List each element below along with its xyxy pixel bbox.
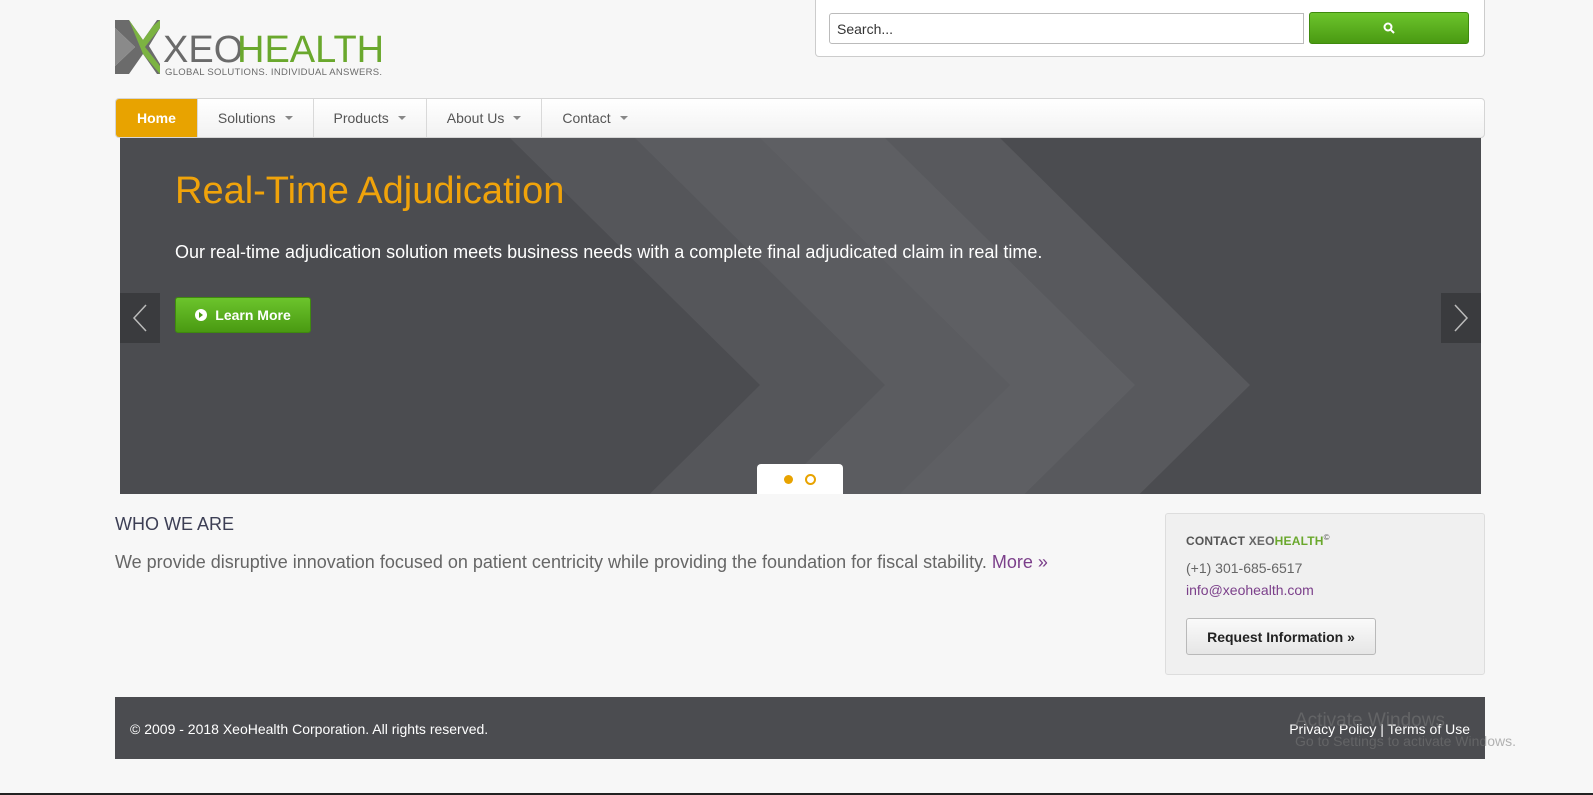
contact-title-brand-b: HEALTH bbox=[1274, 534, 1324, 548]
caret-down-icon bbox=[397, 116, 406, 120]
caret-down-icon bbox=[284, 116, 293, 120]
nav-item-label: Home bbox=[137, 110, 176, 126]
slide-description: Our real-time adjudication solution meet… bbox=[175, 242, 1043, 262]
contact-title-mark: © bbox=[1323, 533, 1330, 542]
contact-panel: CONTACT XEOHEALTH© (+1) 301-685-6517 inf… bbox=[1165, 513, 1485, 675]
carousel-indicator-2[interactable] bbox=[805, 473, 816, 485]
caret-down-icon bbox=[619, 116, 628, 120]
logo-tagline: GLOBAL SOLUTIONS. INDIVIDUAL ANSWERS. bbox=[165, 67, 382, 78]
learn-more-label: Learn More bbox=[215, 307, 291, 323]
chevron-left-icon bbox=[132, 304, 147, 332]
learn-more-button[interactable]: Learn More bbox=[175, 297, 311, 333]
nav-item-label: Contact bbox=[562, 110, 611, 126]
logo-text-xeo: XEO bbox=[163, 29, 243, 71]
nav-item-solutions[interactable]: Solutions bbox=[198, 99, 314, 137]
search-panel bbox=[815, 0, 1485, 57]
nav-item-home[interactable]: Home bbox=[116, 99, 198, 137]
carousel-prev-button[interactable] bbox=[120, 293, 160, 343]
contact-email-link[interactable]: info@xeohealth.com bbox=[1186, 582, 1314, 598]
search-icon bbox=[1383, 22, 1395, 34]
windows-activation-watermark: Activate Windows Go to Settings to activ… bbox=[1295, 710, 1516, 749]
watermark-line-1: Activate Windows bbox=[1295, 710, 1445, 731]
slide-title: Real-Time Adjudication bbox=[175, 170, 565, 212]
nav-item-about-us[interactable]: About Us bbox=[427, 99, 543, 137]
chevron-right-icon bbox=[1454, 304, 1469, 332]
contact-title-brand-a: XEO bbox=[1248, 534, 1275, 548]
nav-item-contact[interactable]: Contact bbox=[542, 99, 647, 137]
hero-carousel: Real-Time Adjudication Our real-time adj… bbox=[120, 138, 1481, 494]
logo-mark: XEO HEALTH GLOBAL SOLUTIONS. INDIVIDUAL … bbox=[115, 20, 384, 78]
contact-phone: (+1) 301-685-6517 bbox=[1186, 560, 1303, 576]
carousel-indicators bbox=[757, 464, 843, 494]
request-information-button[interactable]: Request Information » bbox=[1186, 618, 1376, 655]
carousel-indicator-1[interactable] bbox=[784, 474, 793, 484]
nav-item-label: Products bbox=[333, 110, 389, 126]
main-nav: Home Solutions Products About Us Contact bbox=[115, 98, 1485, 138]
more-link[interactable]: More » bbox=[992, 552, 1048, 572]
site-logo[interactable]: XEO HEALTH GLOBAL SOLUTIONS. INDIVIDUAL … bbox=[115, 20, 435, 80]
caret-down-icon bbox=[513, 116, 522, 120]
search-button[interactable] bbox=[1309, 12, 1469, 44]
carousel-next-button[interactable] bbox=[1441, 293, 1481, 343]
site-footer: © 2009 - 2018 XeoHealth Corporation. All… bbox=[115, 697, 1485, 759]
nav-item-label: About Us bbox=[446, 110, 505, 126]
nav-item-label: Solutions bbox=[217, 110, 276, 126]
contact-title-prefix: CONTACT bbox=[1186, 534, 1249, 548]
logo-text-health: HEALTH bbox=[237, 29, 384, 71]
who-we-are-text: We provide disruptive innovation focused… bbox=[115, 552, 1048, 573]
nav-item-products[interactable]: Products bbox=[314, 99, 427, 137]
contact-title: CONTACT XEOHEALTH© bbox=[1186, 533, 1330, 548]
who-we-are-heading: WHO WE ARE bbox=[115, 514, 235, 534]
footer-copyright: © 2009 - 2018 XeoHealth Corporation. All… bbox=[130, 721, 489, 737]
watermark-line-2: Go to Settings to activate Windows. bbox=[1295, 733, 1516, 749]
search-input[interactable] bbox=[829, 13, 1304, 44]
arrow-circle-right-icon bbox=[195, 309, 208, 321]
who-we-are-body: We provide disruptive innovation focused… bbox=[115, 552, 987, 572]
